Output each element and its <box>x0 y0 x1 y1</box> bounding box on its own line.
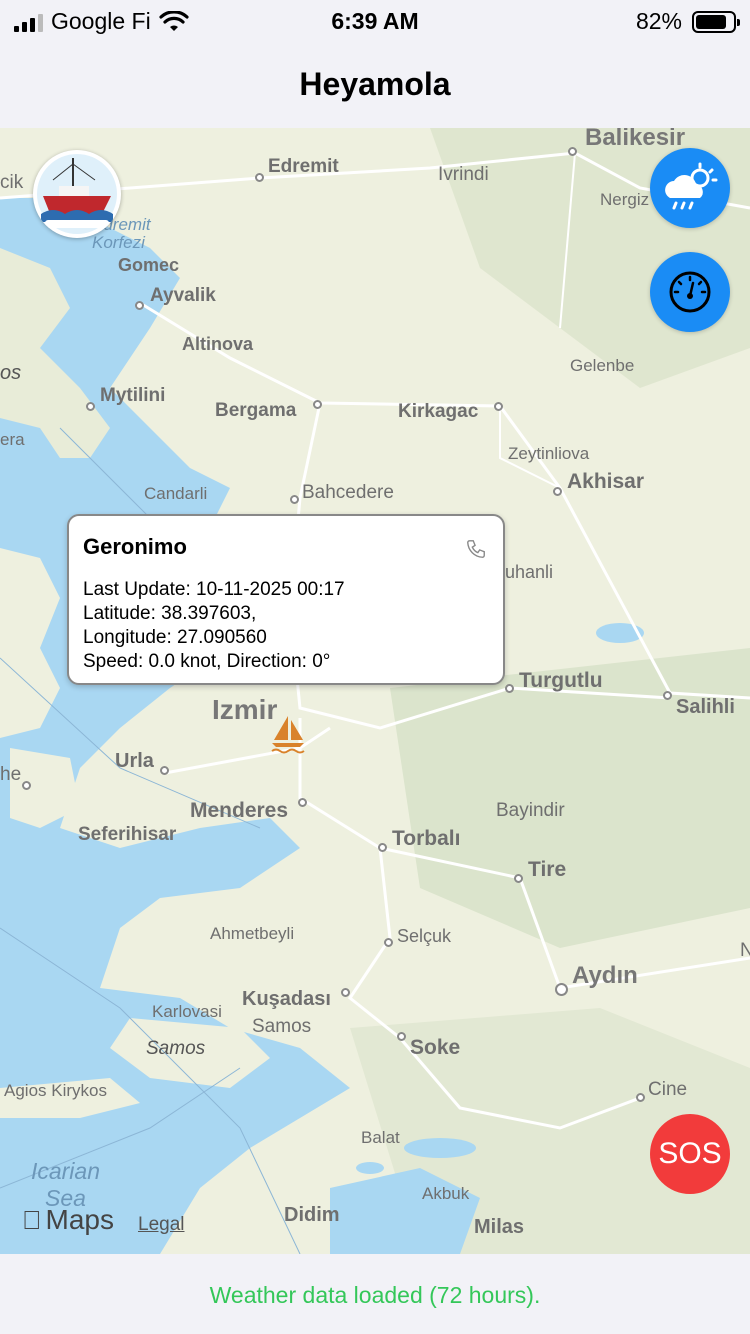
vessel-marker[interactable] <box>270 714 306 759</box>
place-label: Turgutlu <box>519 669 603 692</box>
place-dot <box>663 691 672 700</box>
place-label: Balikesir <box>585 128 686 151</box>
gauge-button[interactable] <box>650 252 730 332</box>
logo-image <box>37 154 117 234</box>
place-label: Nergiz <box>600 190 650 209</box>
place-dot <box>553 487 562 496</box>
place-label: Bergama <box>215 400 297 421</box>
place-label: Salihli <box>676 696 735 718</box>
heyamola-logo[interactable] <box>33 150 121 238</box>
place-dot <box>555 983 568 996</box>
place-dot <box>255 173 264 182</box>
place-label: Soke <box>410 1036 461 1059</box>
page-title: Heyamola <box>299 66 451 102</box>
place-label: Kirkagac <box>398 401 479 422</box>
place-dot <box>313 400 322 409</box>
legal-link[interactable]: Legal <box>138 1214 185 1236</box>
latitude: Latitude: 38.397603, <box>83 603 257 624</box>
place-label: Agios Kirykos <box>4 1081 107 1100</box>
place-dot <box>341 988 350 997</box>
place-label: Kuşadası <box>242 988 331 1010</box>
battery-percent: 82% <box>635 8 682 34</box>
island-label: os <box>0 362 22 384</box>
place-dot <box>505 684 514 693</box>
place-label: Candarli <box>144 484 208 503</box>
place-label: Milas <box>474 1216 525 1238</box>
place-label: Tire <box>528 858 567 881</box>
place-dot <box>494 402 503 411</box>
place-label: he <box>0 764 22 785</box>
place-label: Zeytinliova <box>508 444 590 463</box>
place-dot <box>568 147 577 156</box>
speedometer-icon <box>669 271 711 313</box>
place-label: Bahcedere <box>302 482 394 503</box>
place-label: Akhisar <box>567 470 645 493</box>
place-dot <box>298 798 307 807</box>
place-dot <box>135 301 144 310</box>
place-label: Gelenbe <box>570 356 635 375</box>
map-view[interactable]: Balikesir Edremit Ivrindi Nergiz cik Edr… <box>0 128 750 1254</box>
place-label: era <box>0 430 25 449</box>
speed-direction: Speed: 0.0 knot, Direction: 0° <box>83 651 331 672</box>
place-label: cik <box>0 172 24 193</box>
place-label: Ayvalik <box>150 285 216 306</box>
place-dot <box>397 1032 406 1041</box>
place-label: uhanli <box>505 562 554 582</box>
battery-fill <box>696 14 726 29</box>
place-label: Akbuk <box>422 1184 470 1203</box>
vessel-details: Last Update: 10-11-2025 00:17 Latitude: … <box>83 578 489 674</box>
island-label: Samos <box>146 1038 206 1059</box>
place-label: Cine <box>648 1079 688 1100</box>
place-label: Seferihisar <box>78 824 177 845</box>
vessel-info-callout[interactable]: Geronimo Last Update: 10-11-2025 00:17 L… <box>67 514 505 685</box>
place-label: Ahmetbeyli <box>210 924 295 943</box>
place-label: Ivrindi <box>438 164 489 185</box>
place-dot <box>290 495 299 504</box>
place-dot <box>378 843 387 852</box>
place-dot <box>384 938 393 947</box>
cloud-sun-rain-icon <box>665 162 718 210</box>
place-label: Urla <box>115 750 154 772</box>
place-label: Karlovasi <box>152 1002 222 1021</box>
place-label: Bayindir <box>496 800 565 821</box>
place-dot <box>514 874 523 883</box>
place-label: Balat <box>361 1128 400 1147</box>
navigation-bar: Heyamola <box>0 42 750 128</box>
place-label: N <box>740 940 750 961</box>
place-label: Gomec <box>118 255 180 275</box>
place-dot <box>636 1093 645 1102</box>
footer-status: Weather data loaded (72 hours). <box>0 1254 750 1334</box>
place-label: Mytilini <box>100 385 166 406</box>
place-dot <box>160 766 169 775</box>
place-label: Aydın <box>572 962 638 989</box>
place-label: Altinova <box>182 334 254 354</box>
place-label: Menderes <box>190 799 289 822</box>
place-label: Selçuk <box>397 926 452 946</box>
weather-status-message: Weather data loaded (72 hours). <box>209 1282 541 1308</box>
battery-icon <box>692 10 740 33</box>
place-dot <box>22 781 31 790</box>
place-label: Torbalı <box>392 827 461 850</box>
place-label: Edremit <box>268 156 339 177</box>
battery-group: 82% <box>635 8 740 35</box>
vessel-name: Geronimo <box>83 534 187 559</box>
phone-icon[interactable] <box>465 538 487 560</box>
longitude: Longitude: 27.090560 <box>83 627 267 648</box>
sos-button[interactable]: SOS <box>650 1114 730 1194</box>
weather-button[interactable] <box>650 148 730 228</box>
place-label: Izmir <box>212 694 278 725</box>
place-label: Didim <box>284 1204 340 1226</box>
place-label: Samos <box>252 1016 312 1037</box>
last-update: Last Update: 10-11-2025 00:17 <box>83 579 345 600</box>
maps-attribution-label: Maps <box>26 1204 114 1235</box>
place-dot <box>86 402 95 411</box>
status-bar: Google Fi 6:39 AM 82% <box>0 0 750 42</box>
sailboat-icon <box>271 716 305 754</box>
maps-attribution:  Maps <box>22 1204 114 1236</box>
apple-logo-icon:  <box>22 1205 42 1236</box>
map-base-layer <box>0 128 750 1254</box>
